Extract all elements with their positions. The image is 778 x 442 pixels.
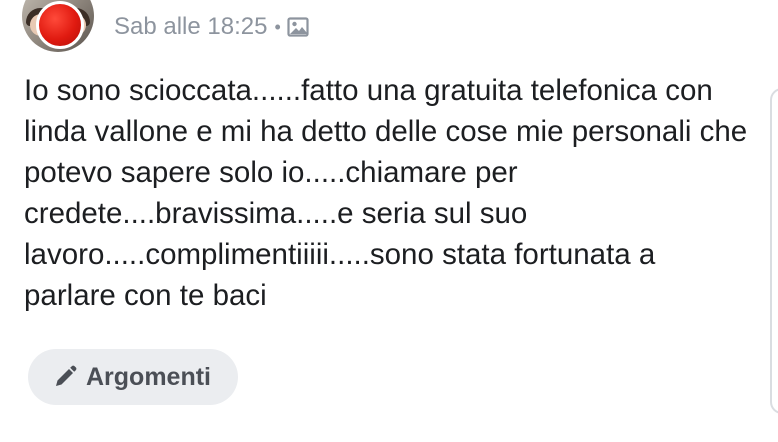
facebook-post: Sab alle 18:25 • Io sono scioccata......… [0, 0, 778, 442]
meta-separator: • [274, 16, 281, 37]
post-meta: Sab alle 18:25 • [114, 13, 309, 41]
post-body-text: Io sono scioccata......fatto una gratuit… [24, 74, 748, 312]
author-avatar-container[interactable] [22, 0, 94, 52]
side-panel-edge[interactable] [770, 88, 778, 414]
red-status-dot [36, 1, 84, 49]
topics-button[interactable]: Argomenti [28, 349, 238, 405]
image-icon[interactable] [287, 16, 309, 38]
pencil-icon [52, 364, 78, 390]
post-timestamp[interactable]: Sab alle 18:25 [114, 13, 267, 41]
topics-button-label: Argomenti [86, 362, 211, 391]
